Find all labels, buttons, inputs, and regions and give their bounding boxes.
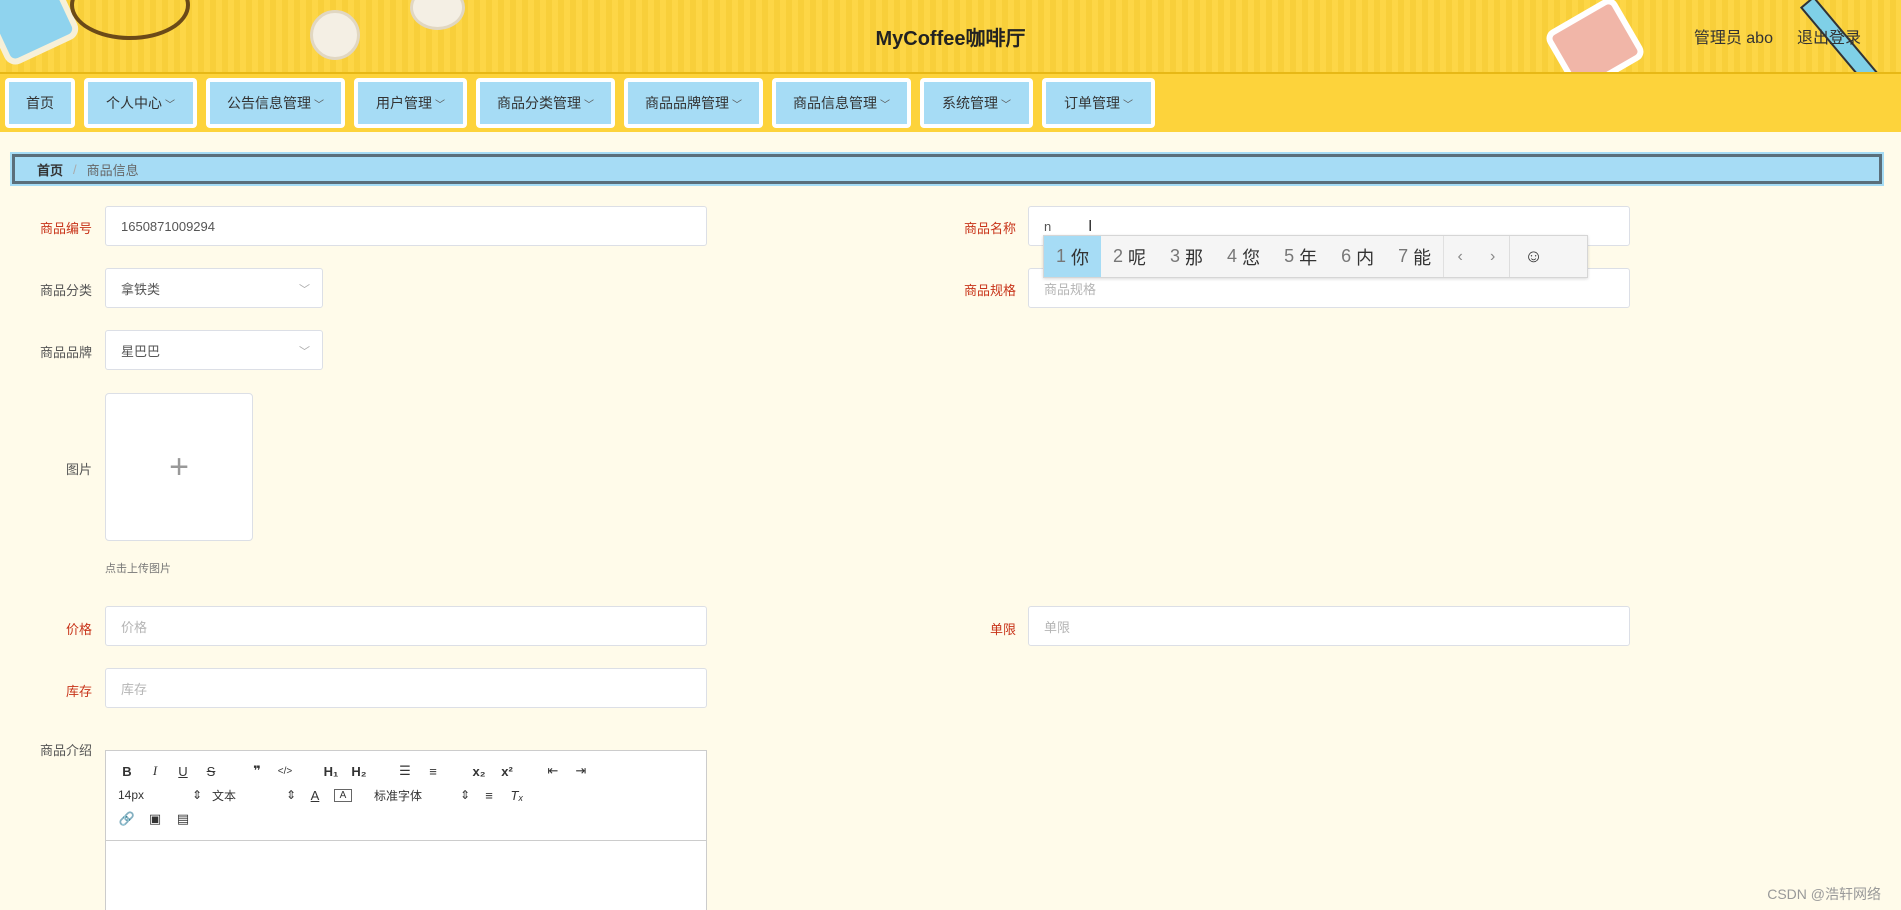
text-type-select[interactable]: 文本 ⇕ xyxy=(212,787,296,804)
chevron-down-icon: ﹀ xyxy=(299,346,310,358)
product-category-value: 拿铁类 xyxy=(121,281,161,297)
nav-item-brand-management[interactable]: 商品品牌管理 ﹀ xyxy=(624,78,763,128)
chevron-down-icon: ﹀ xyxy=(1001,99,1011,111)
chevron-down-icon: ﹀ xyxy=(880,99,890,111)
product-spec-label: 商品规格 xyxy=(963,283,1016,298)
ime-candidate[interactable]: 7能 xyxy=(1386,236,1443,277)
price-field[interactable]: 价格 xyxy=(105,606,707,646)
product-brand-value: 星巴巴 xyxy=(121,343,161,359)
ime-candidate[interactable]: 3那 xyxy=(1158,236,1215,277)
ime-candidate[interactable]: 5年 xyxy=(1272,236,1329,277)
link-icon[interactable]: 🔗 xyxy=(118,811,136,827)
clear-format-icon[interactable]: Tₓ xyxy=(508,788,526,803)
nav-item-order-management[interactable]: 订单管理 ﹀ xyxy=(1042,78,1155,128)
align-icon[interactable]: ≡ xyxy=(480,788,498,803)
background-color-icon[interactable]: A xyxy=(334,788,352,802)
heading2-icon[interactable]: H₂ xyxy=(350,764,368,779)
product-category-label: 商品分类 xyxy=(39,283,92,298)
font-size-select[interactable]: 14px ⇕ xyxy=(118,788,202,802)
italic-icon[interactable]: I xyxy=(146,763,164,779)
ime-prev-page-icon[interactable]: ‹ xyxy=(1443,236,1476,277)
limit-field[interactable]: 单限 xyxy=(1028,606,1630,646)
updown-icon: ⇕ xyxy=(191,788,202,802)
stock-label: 库存 xyxy=(65,684,92,699)
ime-candidate[interactable]: 6内 xyxy=(1329,236,1386,277)
breadcrumb: 首页 / 商品信息 xyxy=(10,152,1884,186)
ime-candidate[interactable]: 1你 xyxy=(1044,236,1102,277)
nav-item-category-management[interactable]: 商品分类管理 ﹀ xyxy=(476,78,615,128)
main-nav: 首页 个人中心 ﹀ 公告信息管理 ﹀ 用户管理 ﹀ 商品分类管理 ﹀ 商品品牌管理 ﹀ 商… xyxy=(0,74,1901,132)
font-color-icon[interactable]: A xyxy=(306,788,324,803)
blockquote-icon[interactable]: ❞ xyxy=(248,763,266,779)
emoji-icon[interactable]: ☺ xyxy=(1509,236,1557,277)
nav-item-product-management[interactable]: 商品信息管理 ﹀ xyxy=(772,78,911,128)
bullet-list-icon[interactable]: ≡ xyxy=(424,764,442,779)
nav-item-personal-center[interactable]: 个人中心 ﹀ xyxy=(84,78,197,128)
image-icon[interactable]: ▣ xyxy=(146,811,164,827)
chevron-down-icon: ﹀ xyxy=(435,99,445,111)
product-brand-label: 商品品牌 xyxy=(39,345,92,360)
bold-icon[interactable]: B xyxy=(118,764,136,779)
nav-item-home[interactable]: 首页 xyxy=(5,78,75,128)
product-code-label: 商品编号 xyxy=(39,221,92,236)
underline-icon[interactable]: U xyxy=(174,764,192,779)
breadcrumb-home[interactable]: 首页 xyxy=(37,160,63,179)
text-cursor-icon: I xyxy=(1088,218,1093,235)
product-name-label: 商品名称 xyxy=(963,221,1016,236)
superscript-icon[interactable]: x² xyxy=(498,764,516,779)
product-code-field[interactable]: 1650871009294 xyxy=(105,206,707,246)
chevron-down-icon: ﹀ xyxy=(299,284,310,296)
product-intro-label: 商品介绍 xyxy=(39,743,92,758)
stock-field[interactable]: 库存 xyxy=(105,668,707,708)
admin-user-label: 管理员 abo xyxy=(1693,30,1773,47)
nav-item-system-management[interactable]: 系统管理 ﹀ xyxy=(920,78,1033,128)
nav-item-user-management[interactable]: 用户管理 ﹀ xyxy=(354,78,467,128)
chevron-down-icon: ﹀ xyxy=(314,99,324,111)
upload-tip: 点击上传图片 xyxy=(105,563,171,575)
app-header: MyCoffee咖啡厅 管理员 abo 退出登录 xyxy=(0,0,1901,74)
app-title: MyCoffee咖啡厅 xyxy=(875,28,1026,50)
product-category-select[interactable]: 拿铁类 ﹀ xyxy=(105,268,323,308)
updown-icon: ⇕ xyxy=(285,788,296,802)
breadcrumb-separator: / xyxy=(73,161,77,177)
ordered-list-icon[interactable]: ☰ xyxy=(396,763,414,779)
image-label: 图片 xyxy=(65,462,92,477)
logout-link[interactable]: 退出登录 xyxy=(1797,24,1861,48)
chevron-down-icon: ﹀ xyxy=(165,99,175,111)
editor-toolbar: B I U S ❞ </> H₁ H₂ ☰ ≡ x₂ x² ⇤ ⇥ 14px ⇕ … xyxy=(106,751,706,841)
product-brand-select[interactable]: 星巴巴 ﹀ xyxy=(105,330,323,370)
strikethrough-icon[interactable]: S xyxy=(202,764,220,779)
chevron-down-icon: ﹀ xyxy=(584,99,594,111)
subscript-icon[interactable]: x₂ xyxy=(470,764,488,779)
price-label: 价格 xyxy=(65,622,92,637)
editor-content-area[interactable] xyxy=(106,841,706,910)
image-upload-button[interactable]: + xyxy=(105,393,253,541)
limit-label: 单限 xyxy=(989,622,1016,637)
ime-next-page-icon[interactable]: › xyxy=(1476,236,1509,277)
code-icon[interactable]: </> xyxy=(276,766,294,777)
ime-candidate-popup: 1你 2呢 3那 4您 5年 6内 7能 ‹ › ☺ xyxy=(1043,235,1588,278)
breadcrumb-current: 商品信息 xyxy=(86,162,139,178)
nav-item-notice-management[interactable]: 公告信息管理 ﹀ xyxy=(206,78,345,128)
ime-candidate[interactable]: 4您 xyxy=(1215,236,1272,277)
chevron-down-icon: ﹀ xyxy=(732,99,742,111)
updown-icon: ⇕ xyxy=(459,788,470,802)
heading1-icon[interactable]: H₁ xyxy=(322,764,340,779)
video-icon[interactable]: ▤ xyxy=(174,811,192,827)
plus-icon: + xyxy=(169,447,189,486)
chevron-down-icon: ﹀ xyxy=(1123,99,1133,111)
watermark: CSDN @浩轩网络 xyxy=(1767,886,1881,902)
indent-icon[interactable]: ⇥ xyxy=(572,763,590,779)
ime-candidate[interactable]: 2呢 xyxy=(1101,236,1158,277)
rich-text-editor: B I U S ❞ </> H₁ H₂ ☰ ≡ x₂ x² ⇤ ⇥ 14px ⇕ … xyxy=(105,750,707,910)
font-family-select[interactable]: 标准字体 ⇕ xyxy=(374,787,470,804)
outdent-icon[interactable]: ⇤ xyxy=(544,763,562,779)
